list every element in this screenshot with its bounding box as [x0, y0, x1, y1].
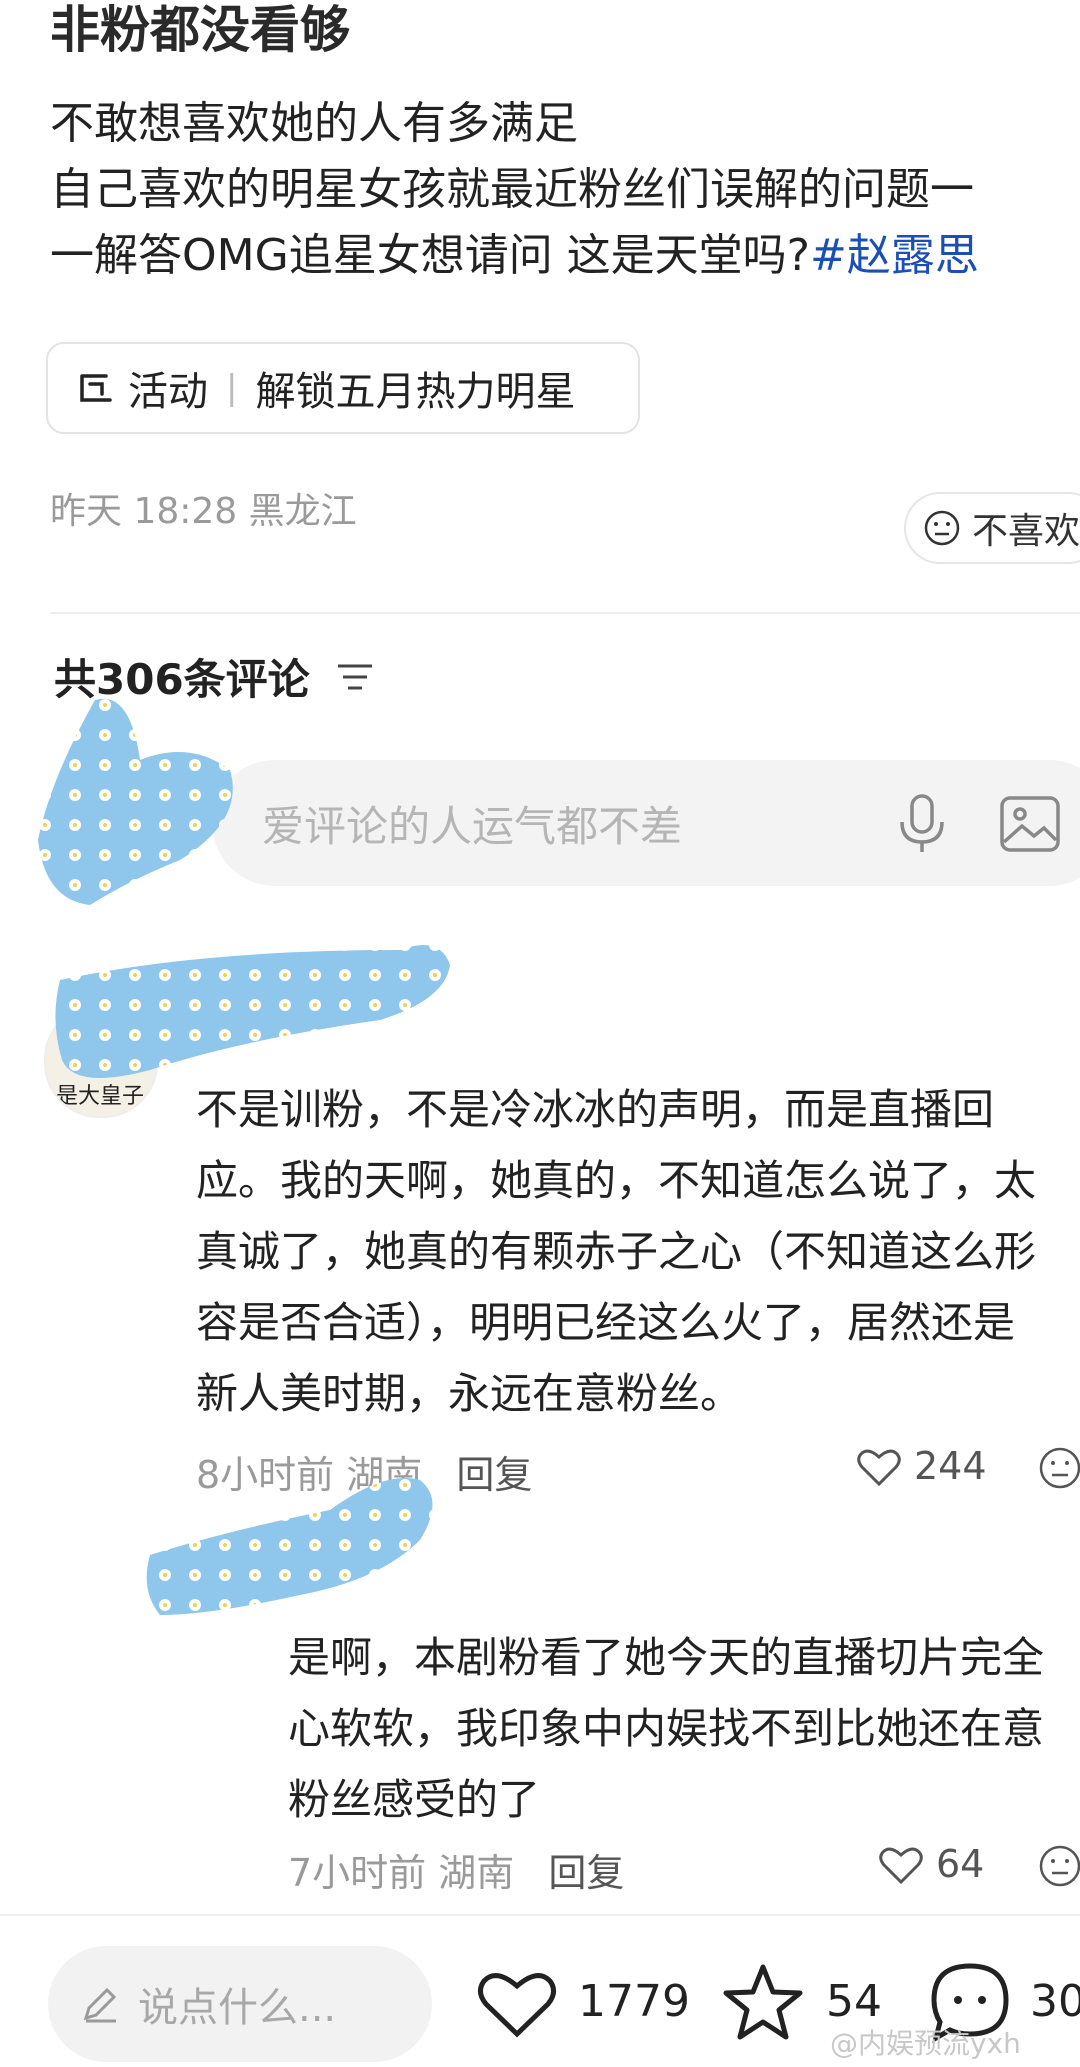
- reply-button[interactable]: 回复: [456, 1453, 532, 1497]
- microphone-icon[interactable]: [894, 792, 950, 860]
- comment-line: 新人美时期，永远在意粉丝。: [196, 1369, 743, 1418]
- say-something-placeholder: 说点什么...: [138, 1985, 337, 2031]
- pencil-icon: [80, 1984, 120, 2024]
- divider: [50, 612, 1080, 614]
- activity-label: 活动: [128, 369, 208, 415]
- heart-icon[interactable]: [476, 1968, 558, 2044]
- comment-line: 不是训粉，不是冷冰冰的声明，而是直播回: [196, 1085, 995, 1134]
- like-icon[interactable]: [856, 1446, 902, 1492]
- reply-body: 是啊，本剧粉看了她今天的直播切片完全 心软软，我印象中内娱找不到比她还在意 粉丝…: [288, 1622, 1044, 1835]
- activity-icon: [76, 368, 116, 408]
- post-body-text: 一解答OMG追星女想请问 这是天堂吗?: [50, 230, 811, 281]
- activity-banner[interactable]: 活动 | 解锁五月热力明星: [46, 342, 640, 434]
- avatar-text: 是大皇子: [56, 1084, 145, 1109]
- watermark: @内娱预流yxh: [830, 2027, 1021, 2060]
- say-something-input[interactable]: 说点什么...: [48, 1946, 432, 2062]
- neutral-face-icon[interactable]: [1038, 1844, 1080, 1892]
- reply-location: 湖南: [438, 1851, 515, 1895]
- post-body-line-1: 不敢想喜欢她的人有多满足: [50, 98, 578, 149]
- star-icon[interactable]: [722, 1962, 804, 2046]
- reply-line: 心软软，我印象中内娱找不到比她还在意: [288, 1704, 1045, 1753]
- comment-line: 应。我的天啊，她真的，不知道怎么说了，太: [196, 1156, 1037, 1205]
- comment-meta: 8小时前 湖南 回复: [196, 1444, 532, 1499]
- like-count: 64: [936, 1842, 985, 1886]
- avatar[interactable]: 是大皇子: [44, 1004, 158, 1118]
- activity-text: 解锁五月热力明星: [255, 369, 576, 415]
- post-body-line-2: 自己喜欢的明星女孩就最近粉丝们误解的问题一: [50, 164, 974, 215]
- comment-location: 湖南: [346, 1453, 423, 1497]
- likes-count: 1779: [578, 1976, 690, 2027]
- activity-separator: |: [226, 368, 238, 408]
- comment-time: 8小时前: [196, 1453, 335, 1497]
- like-count: 244: [914, 1444, 987, 1488]
- reply-line: 是啊，本剧粉看了她今天的直播切片完全: [288, 1633, 1045, 1682]
- comment-line: 真诚了，她真的有颗赤子之心（不知道这么形: [196, 1227, 1037, 1276]
- reply-meta: 7小时前 湖南 回复: [288, 1842, 624, 1897]
- reply-line: 粉丝感受的了: [288, 1775, 541, 1824]
- dislike-label: 不喜欢: [972, 511, 1080, 552]
- reply-time: 7小时前: [288, 1851, 427, 1895]
- comment-body: 不是训粉，不是冷冰冰的声明，而是直播回 应。我的天啊，她真的，不知道怎么说了，太…: [196, 1074, 1036, 1429]
- comments-count: 30: [1030, 1976, 1080, 2027]
- post-title: 非粉都没看够: [50, 1, 350, 59]
- reply-button[interactable]: 回复: [548, 1851, 624, 1895]
- comment-line: 容是否合适），明明已经这么火了，居然还是: [196, 1298, 1016, 1347]
- sort-icon[interactable]: [336, 662, 374, 698]
- hashtag-link[interactable]: #赵露思: [810, 230, 979, 281]
- post-body-line-3: 一解答OMG追星女想请问 这是天堂吗?#赵露思: [50, 223, 979, 289]
- like-icon[interactable]: [878, 1844, 924, 1890]
- comment-count: 共306条评论: [54, 655, 310, 704]
- favorites-count: 54: [826, 1976, 882, 2027]
- post-meta: 昨天 18:28 黑龙江: [50, 491, 357, 532]
- neutral-face-icon: [922, 508, 962, 548]
- comment-input-placeholder: 爱评论的人运气都不差: [262, 801, 683, 851]
- image-icon[interactable]: [998, 792, 1062, 860]
- neutral-face-icon[interactable]: [1038, 1446, 1080, 1494]
- dislike-button[interactable]: 不喜欢: [904, 492, 1080, 564]
